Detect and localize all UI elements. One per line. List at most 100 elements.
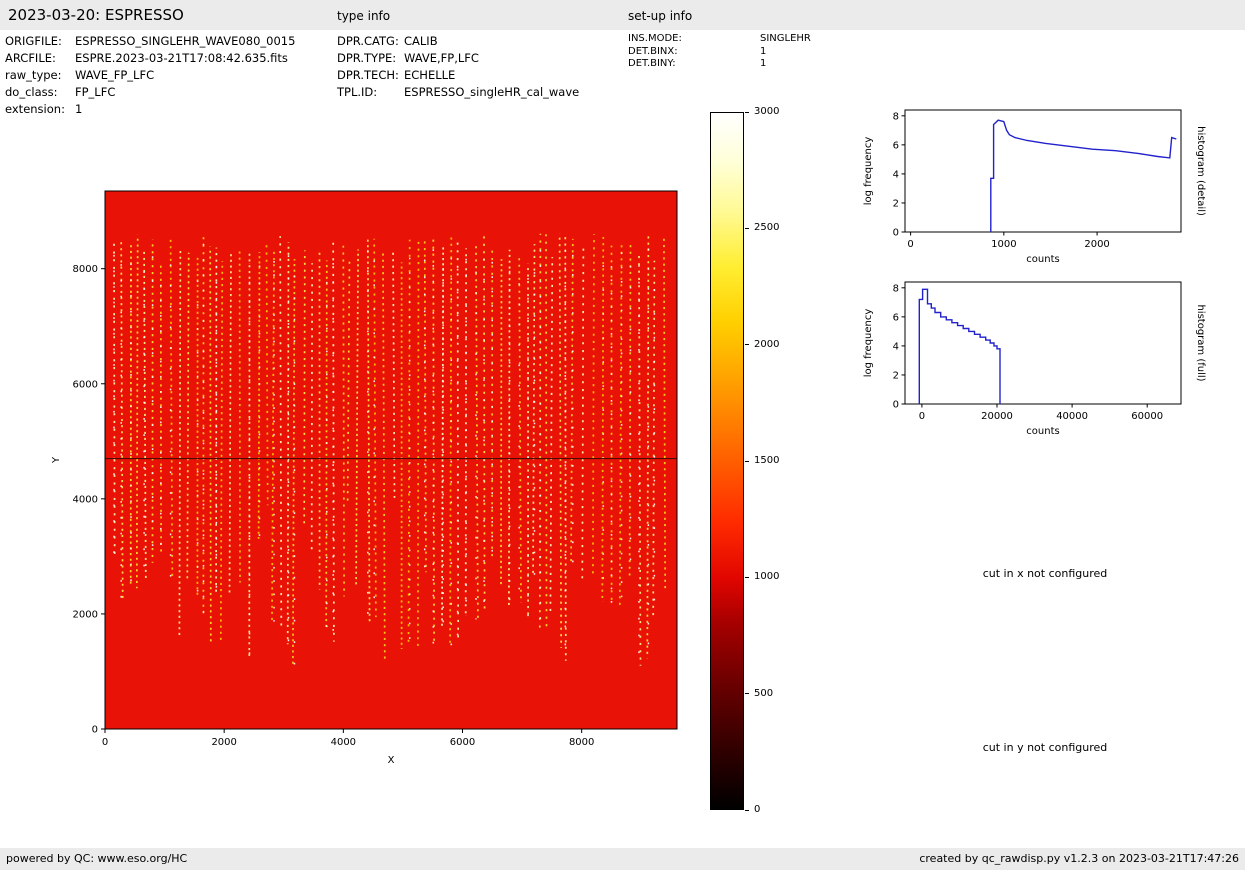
field-label: ORIGFILE:: [5, 33, 75, 50]
svg-text:histogram (detail): histogram (detail): [1195, 126, 1206, 216]
type-info-row: DPR.CATG:CALIB: [337, 33, 579, 50]
svg-text:counts: counts: [1026, 254, 1059, 265]
type-info-row: DPR.TECH:ECHELLE: [337, 67, 579, 84]
field-label: DPR.TECH:: [337, 67, 404, 84]
setup-info-block: INS.MODE:SINGLEHR DET.BINX:1 DET.BINY:1: [628, 33, 811, 71]
svg-text:Y: Y: [51, 456, 62, 464]
file-info-row: raw_type:WAVE_FP_LFC: [5, 67, 295, 84]
svg-text:0: 0: [893, 228, 899, 239]
svg-text:0: 0: [907, 239, 913, 250]
field-label: extension:: [5, 101, 75, 118]
svg-text:8: 8: [893, 111, 899, 122]
setup-info-row: DET.BINX:1: [628, 46, 811, 59]
file-info-row: do_class:FP_LFC: [5, 84, 295, 101]
type-info-row: TPL.ID:ESPRESSO_singleHR_cal_wave: [337, 84, 579, 101]
svg-text:counts: counts: [1026, 426, 1059, 437]
file-info-row: extension:1: [5, 101, 295, 118]
svg-text:2000: 2000: [73, 609, 98, 620]
type-info-row: DPR.TYPE:WAVE,FP,LFC: [337, 50, 579, 67]
field-label: raw_type:: [5, 67, 75, 84]
header-bar: 2023-03-20: ESPRESSO type info set-up in…: [0, 0, 1245, 30]
colorbar-tickmark: [745, 577, 749, 578]
colorbar-tickmark: [745, 112, 749, 113]
svg-text:log frequency: log frequency: [863, 309, 874, 378]
svg-text:20000: 20000: [981, 411, 1013, 422]
colorbar: 050010001500200025003000: [710, 112, 805, 810]
svg-text:histogram (full): histogram (full): [1195, 304, 1206, 381]
svg-text:40000: 40000: [1056, 411, 1088, 422]
svg-text:8: 8: [893, 283, 899, 294]
type-info-block: DPR.CATG:CALIB DPR.TYPE:WAVE,FP,LFC DPR.…: [337, 33, 579, 101]
svg-text:4: 4: [893, 169, 899, 180]
svg-text:6000: 6000: [73, 379, 98, 390]
svg-text:4000: 4000: [331, 737, 356, 748]
field-value: 1: [75, 101, 82, 118]
raw-image-plot: 0 2000 4000 6000 8000 0 2000 4000 6000 8000 X Y: [45, 183, 695, 785]
setup-info-heading: set-up info: [628, 9, 692, 23]
svg-text:6000: 6000: [450, 737, 475, 748]
svg-text:6: 6: [893, 312, 899, 323]
svg-text:log frequency: log frequency: [863, 137, 874, 206]
colorbar-tick-label: 2000: [754, 339, 779, 351]
footer-right-text: created by qc_rawdisp.py v1.2.3 on 2023-…: [919, 852, 1239, 865]
footer-bar: powered by QC: www.eso.org/HC created by…: [0, 848, 1245, 870]
field-label: INS.MODE:: [628, 33, 760, 46]
svg-text:60000: 60000: [1131, 411, 1163, 422]
field-value: ESPRESSO_SINGLEHR_WAVE080_0015: [75, 33, 295, 50]
field-label: ARCFILE:: [5, 50, 75, 67]
field-label: DPR.TYPE:: [337, 50, 404, 67]
svg-text:X: X: [388, 755, 395, 766]
colorbar-tick-label: 3000: [754, 106, 779, 118]
file-info-row: ARCFILE:ESPRE.2023-03-21T17:08:42.635.fi…: [5, 50, 295, 67]
page-title: 2023-03-20: ESPRESSO: [8, 6, 184, 24]
cut-y-note: cut in y not configured: [945, 741, 1145, 754]
field-value: FP_LFC: [75, 84, 115, 101]
setup-info-row: DET.BINY:1: [628, 58, 811, 71]
colorbar-tickmark: [745, 228, 749, 229]
histogram-full-plot: 0 20000 40000 60000 0 2 4 6 8 counts log frequency…: [858, 270, 1206, 455]
field-value: CALIB: [404, 33, 438, 50]
field-label: DET.BINY:: [628, 58, 760, 71]
file-info-row: ORIGFILE:ESPRESSO_SINGLEHR_WAVE080_0015: [5, 33, 295, 50]
svg-text:2000: 2000: [1084, 239, 1109, 250]
field-value: ESPRESSO_singleHR_cal_wave: [404, 84, 579, 101]
type-info-heading: type info: [337, 9, 390, 23]
colorbar-tickmark: [745, 461, 749, 462]
field-value: 1: [760, 46, 766, 59]
setup-info-row: INS.MODE:SINGLEHR: [628, 33, 811, 46]
svg-text:8000: 8000: [73, 264, 98, 275]
colorbar-tick-label: 1500: [754, 455, 779, 467]
field-label: TPL.ID:: [337, 84, 404, 101]
field-value: ESPRE.2023-03-21T17:08:42.635.fits: [75, 50, 288, 67]
svg-text:0: 0: [102, 737, 108, 748]
field-value: 1: [760, 58, 766, 71]
colorbar-tickmark: [745, 693, 749, 694]
colorbar-tick-label: 2500: [754, 222, 779, 234]
field-value: WAVE_FP_LFC: [75, 67, 154, 84]
svg-text:6: 6: [893, 140, 899, 151]
svg-text:2000: 2000: [211, 737, 236, 748]
svg-text:2: 2: [893, 198, 899, 209]
field-value: ECHELLE: [404, 67, 455, 84]
svg-text:4000: 4000: [73, 494, 98, 505]
field-label: DET.BINX:: [628, 46, 760, 59]
svg-text:0: 0: [92, 725, 98, 736]
svg-text:0: 0: [919, 411, 925, 422]
field-value: SINGLEHR: [760, 33, 811, 46]
colorbar-tick-label: 0: [754, 804, 760, 816]
svg-text:4: 4: [893, 341, 899, 352]
footer-left-text: powered by QC: www.eso.org/HC: [6, 852, 187, 865]
field-value: WAVE,FP,LFC: [404, 50, 479, 67]
file-info-block: ORIGFILE:ESPRESSO_SINGLEHR_WAVE080_0015 …: [5, 33, 295, 118]
svg-text:1000: 1000: [991, 239, 1016, 250]
field-label: do_class:: [5, 84, 75, 101]
colorbar-ticks: 050010001500200025003000: [710, 112, 805, 810]
svg-text:2: 2: [893, 370, 899, 381]
cut-x-note: cut in x not configured: [945, 567, 1145, 580]
field-label: DPR.CATG:: [337, 33, 404, 50]
svg-text:0: 0: [893, 400, 899, 411]
colorbar-tick-label: 500: [754, 688, 773, 700]
svg-text:8000: 8000: [569, 737, 594, 748]
colorbar-tickmark: [745, 344, 749, 345]
colorbar-tickmark: [745, 810, 749, 811]
